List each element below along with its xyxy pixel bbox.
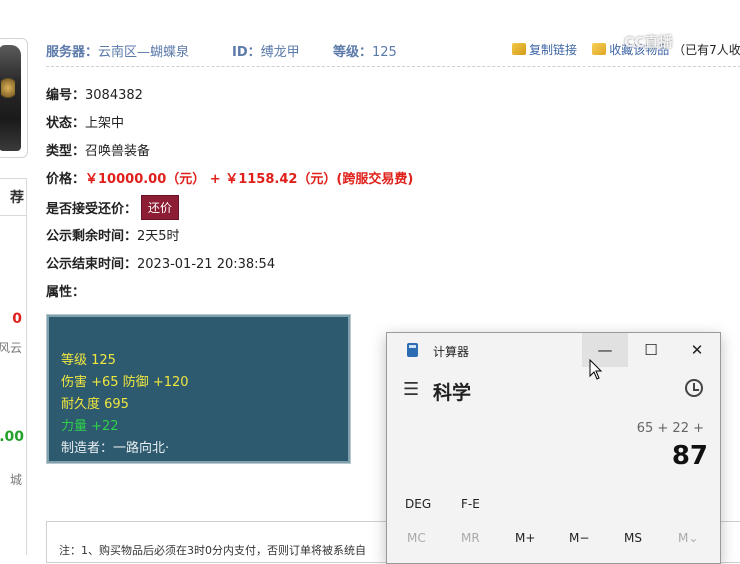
recommend-divider	[0, 215, 26, 216]
status-label: 状态：	[46, 116, 86, 131]
attr-maker: 制造者：一路向北·	[61, 441, 170, 456]
fe-button[interactable]: F-E	[461, 497, 480, 511]
attr-attack-defense: 伤害 +65 防御 +120	[61, 375, 189, 390]
id-value: 缚龙甲	[260, 45, 300, 60]
item-thumbnail	[0, 38, 28, 158]
level-value: 125	[372, 45, 397, 60]
maximize-button[interactable]: ☐	[628, 333, 674, 367]
character-image	[0, 45, 21, 151]
mr-button[interactable]: MR	[461, 531, 480, 545]
m-list-button[interactable]: M⌄	[678, 531, 698, 545]
level-label: 等级：	[333, 45, 373, 60]
calculator-titlebar[interactable]: 计算器 — ☐ ✕	[387, 333, 720, 367]
status-row: 状态：上架中	[46, 112, 124, 131]
attr-level: 等级 125	[61, 353, 116, 368]
mc-button[interactable]: MC	[407, 531, 426, 545]
ms-button[interactable]: MS	[624, 531, 642, 545]
remaining-row: 公示剩余时间：2天5时	[46, 225, 180, 244]
attr-row: 属性：	[46, 281, 85, 300]
m-plus-button[interactable]: M+	[515, 531, 535, 545]
close-button[interactable]: ✕	[674, 333, 720, 367]
server-label: 服务器：	[46, 45, 99, 60]
notice-text: 注：1、购买物品后必须在3时0分内支付，否则订单将被系统自	[59, 544, 366, 557]
remaining-label: 公示剩余时间：	[46, 229, 138, 244]
copy-link-button[interactable]: 复制链接	[529, 43, 577, 57]
calculator-result: 87	[671, 441, 708, 471]
bargain-row: 是否接受还价： 还价	[46, 195, 180, 220]
id-info: ID：缚龙甲	[232, 41, 300, 60]
number-label: 编号：	[46, 88, 86, 103]
price-label: 价格：	[46, 172, 86, 187]
calculator-icon	[407, 343, 418, 357]
calculator-mode: 科学	[433, 382, 472, 404]
attributes-box: 等级 125 伤害 +65 防御 +120 耐久度 695 力量 +22 制造者…	[46, 314, 351, 464]
type-row: 类型：召唤兽装备	[46, 140, 150, 159]
server-info: 服务器：云南区—蝴蝶泉	[46, 41, 189, 60]
copy-icon[interactable]	[512, 43, 526, 55]
server-value: 云南区—蝴蝶泉	[98, 45, 190, 60]
calculator-expression: 65 + 22 +	[636, 421, 704, 436]
number-row: 编号：3084382	[46, 84, 143, 103]
recommend-panel: 荐 0 风云 0.00 城	[0, 178, 27, 555]
mouse-pointer-icon	[589, 359, 603, 380]
watermark-logo: CC直播	[624, 35, 673, 51]
end-time-label: 公示结束时间：	[46, 257, 138, 272]
level-info: 等级：125	[333, 41, 397, 60]
favorite-count: （已有7人收	[673, 43, 740, 57]
type-value: 召唤兽装备	[85, 144, 151, 159]
price-row: 价格：￥10000.00（元） + ￥1158.42（元）(跨服交易费)	[46, 168, 413, 187]
recommend-text-1: 风云	[0, 341, 23, 355]
recommend-price-2: 0.00	[0, 429, 24, 445]
calculator-title: 计算器	[433, 345, 470, 359]
number-value: 3084382	[85, 88, 143, 103]
remaining-value: 2天5时	[137, 229, 180, 244]
type-label: 类型：	[46, 144, 86, 159]
folder-icon[interactable]	[592, 43, 607, 55]
m-minus-button[interactable]: M−	[569, 531, 589, 545]
bargain-button[interactable]: 还价	[141, 195, 180, 220]
header-divider	[46, 66, 740, 67]
recommend-text-2: 城	[9, 473, 22, 487]
calculator-window[interactable]: 计算器 — ☐ ✕ ☰ 科学 65 + 22 + 87 DEG F-E MC M…	[386, 332, 721, 564]
history-icon[interactable]	[685, 379, 703, 397]
hamburger-menu-icon[interactable]: ☰	[403, 379, 419, 400]
recommend-tab[interactable]: 荐	[0, 187, 24, 207]
end-time-value: 2023-01-21 20:38:54	[137, 257, 276, 272]
status-value: 上架中	[85, 116, 125, 131]
id-label: ID：	[232, 45, 261, 60]
attr-durability: 耐久度 695	[61, 397, 129, 412]
attr-label: 属性：	[46, 285, 86, 300]
end-time-row: 公示结束时间：2023-01-21 20:38:54	[46, 253, 275, 272]
price-value: ￥10000.00（元） + ￥1158.42（元）(跨服交易费)	[85, 172, 414, 187]
recommend-price-1: 0	[12, 311, 22, 327]
bargain-label: 是否接受还价：	[46, 202, 138, 217]
attr-strength: 力量 +22	[61, 419, 119, 434]
deg-button[interactable]: DEG	[405, 497, 431, 511]
